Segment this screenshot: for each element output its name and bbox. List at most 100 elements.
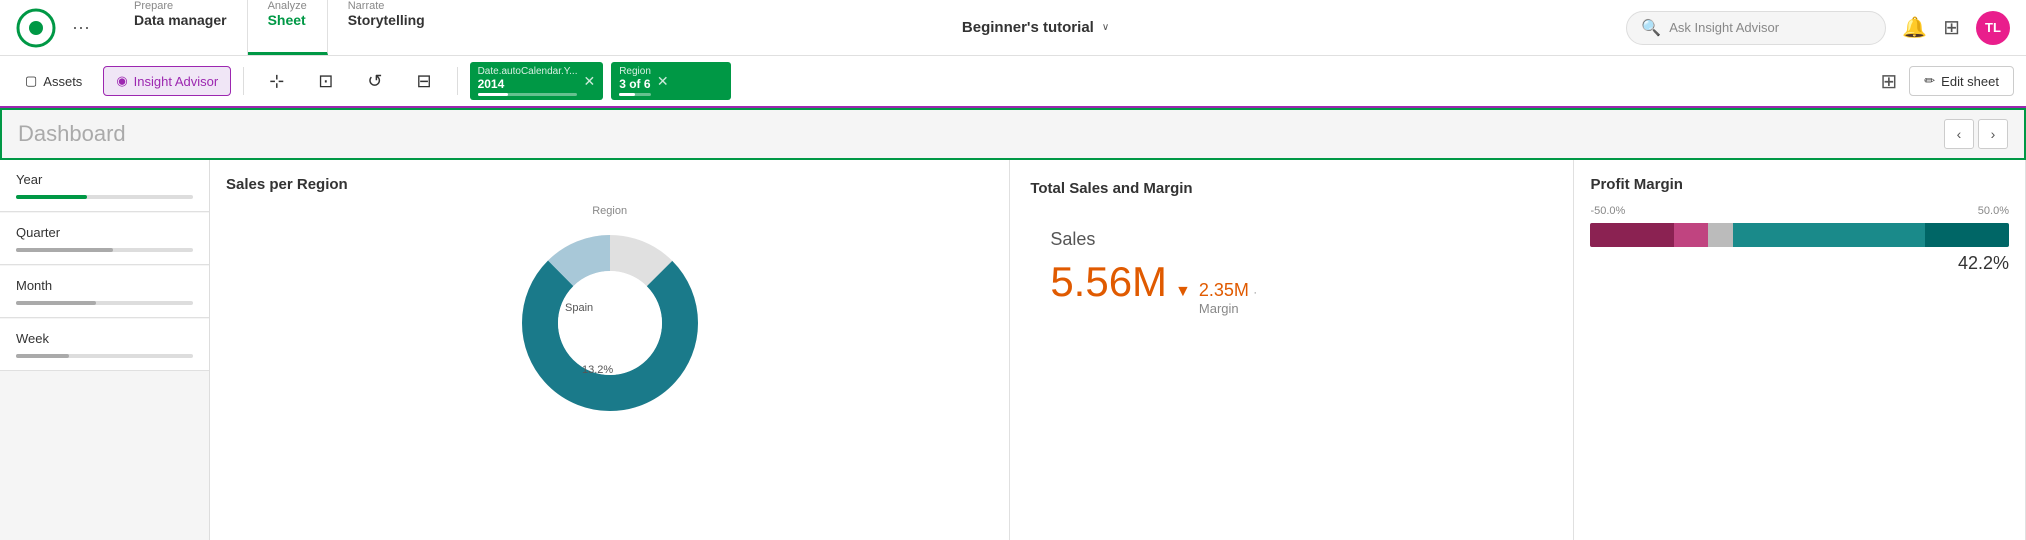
analyze-label: Analyze <box>268 0 307 12</box>
filter-quarter-fill <box>16 248 113 252</box>
insight-advisor-label: Insight Advisor <box>134 74 219 89</box>
filter-quarter[interactable]: Quarter <box>0 213 209 265</box>
filter-chip-region-close[interactable]: ✕ <box>657 73 669 90</box>
narrate-label: Narrate <box>348 0 425 12</box>
filter-year-label: Year <box>16 172 193 187</box>
toolbar-divider-1 <box>243 67 244 95</box>
filter-week-label: Week <box>16 331 193 346</box>
sales-arrow: ▼ <box>1175 283 1191 301</box>
nav-sections: Prepare Data manager Analyze Sheet Narra… <box>114 0 445 55</box>
dashboard-navigation: ‹ › <box>1944 119 2008 149</box>
lasso-tool-icon[interactable]: ⊡ <box>305 64 346 99</box>
profit-bar <box>1590 223 2009 247</box>
profit-scale: -50.0% 50.0% <box>1590 205 2009 217</box>
margin-value: 2.35M <box>1199 280 1249 300</box>
donut-chart-svg: Spain 13.2% <box>510 223 710 423</box>
more-options-icon[interactable]: ··· <box>72 17 90 38</box>
assets-button[interactable]: ▢ Assets <box>12 66 95 96</box>
margin-section: 2.35M · Margin <box>1199 280 1257 316</box>
filter-quarter-label: Quarter <box>16 225 193 240</box>
charts-area: Sales per Region Region Spain <box>210 160 2026 540</box>
filter-chip-date[interactable]: Date.autoCalendar.Y... 2014 ✕ <box>470 62 604 100</box>
svg-text:13.2%: 13.2% <box>582 364 613 376</box>
qlik-logo[interactable] <box>16 8 56 48</box>
search-placeholder: Ask Insight Advisor <box>1669 20 1779 35</box>
filter-week-fill <box>16 354 69 358</box>
total-sales-panel: Total Sales and Margin Sales 5.56M ▼ 2.3… <box>1010 160 1574 540</box>
filter-month-label: Month <box>16 278 193 293</box>
filter-week[interactable]: Week <box>0 319 209 371</box>
edit-sheet-label: Edit sheet <box>1941 74 1999 89</box>
profit-segment-5 <box>1925 223 2009 247</box>
toolbar: ▢ Assets ◉ Insight Advisor ⊹ ⊡ ↺ ⊟ Date.… <box>0 56 2026 108</box>
analyze-subtitle: Sheet <box>268 12 307 28</box>
donut-chart-container: Region Spain 13.2% <box>226 205 993 524</box>
profit-segment-2 <box>1674 223 1707 247</box>
dashboard-titlebar: Dashboard ‹ › <box>0 108 2026 160</box>
filter-month[interactable]: Month <box>0 266 209 318</box>
filter-chip-date-inner: Date.autoCalendar.Y... 2014 <box>478 66 578 96</box>
edit-sheet-button[interactable]: ✏ Edit sheet <box>1909 66 2014 96</box>
user-avatar[interactable]: TL <box>1976 11 2010 45</box>
filter-month-slider[interactable] <box>16 301 193 305</box>
filter-chip-region[interactable]: Region 3 of 6 ✕ <box>611 62 731 100</box>
insight-advisor-icon: ◉ <box>116 73 127 89</box>
toolbar-divider-2 <box>457 67 458 95</box>
filter-chip-region-progress-bar <box>619 93 635 96</box>
filter-week-slider[interactable] <box>16 354 193 358</box>
top-navbar: ··· Prepare Data manager Analyze Sheet N… <box>0 0 2026 56</box>
profit-value: 42.2% <box>1590 253 2009 274</box>
dashboard-prev-button[interactable]: ‹ <box>1944 119 1974 149</box>
filter-year[interactable]: Year <box>0 160 209 212</box>
margin-label: Margin <box>1199 301 1257 316</box>
nav-narrate[interactable]: Narrate Storytelling <box>328 0 445 55</box>
sales-per-region-panel: Sales per Region Region Spain <box>210 160 1010 540</box>
filter-chip-region-progress <box>619 93 651 96</box>
total-sales-title: Total Sales and Margin <box>1030 180 1553 197</box>
sales-values-section: Sales 5.56M ▼ 2.35M · Margin <box>1030 209 1553 336</box>
app-title[interactable]: Beginner's tutorial <box>962 19 1094 36</box>
dashboard-next-button[interactable]: › <box>1978 119 2008 149</box>
select-tool-icon[interactable]: ⊹ <box>256 64 297 99</box>
filter-year-slider[interactable] <box>16 195 193 199</box>
profit-margin-content: -50.0% 50.0% 42.2% <box>1590 205 2009 274</box>
edit-icon: ✏ <box>1924 73 1935 89</box>
profit-margin-title: Profit Margin <box>1590 176 2009 193</box>
donut-svg-wrap: Spain 13.2% <box>510 223 710 423</box>
search-icon: 🔍 <box>1641 18 1661 38</box>
nav-analyze[interactable]: Analyze Sheet <box>248 0 328 55</box>
undo-icon[interactable]: ↺ <box>354 64 395 99</box>
narrate-subtitle: Storytelling <box>348 12 425 28</box>
filter-chip-date-progress <box>478 93 578 96</box>
notifications-icon[interactable]: 🔔 <box>1902 15 1927 40</box>
svg-text:Spain: Spain <box>565 302 593 314</box>
filter-chip-region-label: Region <box>619 66 651 77</box>
sales-value-row: 5.56M ▼ 2.35M · Margin <box>1050 258 1533 316</box>
sales-label: Sales <box>1050 229 1533 250</box>
profit-margin-panel: Profit Margin -50.0% 50.0% 42.2% <box>1574 160 2026 540</box>
filter-chip-region-value: 3 of 6 <box>619 77 651 91</box>
toolbar-right: ⊞ ✏ Edit sheet <box>1881 66 2015 96</box>
filter-chip-region-inner: Region 3 of 6 <box>619 66 651 96</box>
filter-quarter-slider[interactable] <box>16 248 193 252</box>
profit-scale-left: -50.0% <box>1590 205 1625 217</box>
app-dropdown-icon[interactable]: ∨ <box>1102 22 1109 33</box>
assets-label: Assets <box>43 74 82 89</box>
filter-month-fill <box>16 301 96 305</box>
nav-prepare[interactable]: Prepare Data manager <box>114 0 248 55</box>
filter-year-fill <box>16 195 87 199</box>
filter-chip-date-value: 2014 <box>478 77 578 91</box>
grid-view-icon[interactable]: ⊞ <box>1881 69 1898 94</box>
prepare-label: Prepare <box>134 0 227 12</box>
filter-chip-date-close[interactable]: ✕ <box>583 73 595 90</box>
profit-segment-1 <box>1590 223 1674 247</box>
sales-main-value: 5.56M <box>1050 258 1167 306</box>
ask-insight-search[interactable]: 🔍 Ask Insight Advisor <box>1626 11 1886 45</box>
insight-advisor-button[interactable]: ◉ Insight Advisor <box>103 66 231 96</box>
nav-right-section: 🔍 Ask Insight Advisor 🔔 ⊞ TL <box>1626 11 2010 45</box>
profit-segment-3 <box>1708 223 1733 247</box>
profit-segment-4 <box>1733 223 1926 247</box>
main-content: Year Quarter Month Week Sale <box>0 160 2026 540</box>
redo-icon[interactable]: ⊟ <box>403 64 444 99</box>
apps-grid-icon[interactable]: ⊞ <box>1943 15 1960 40</box>
